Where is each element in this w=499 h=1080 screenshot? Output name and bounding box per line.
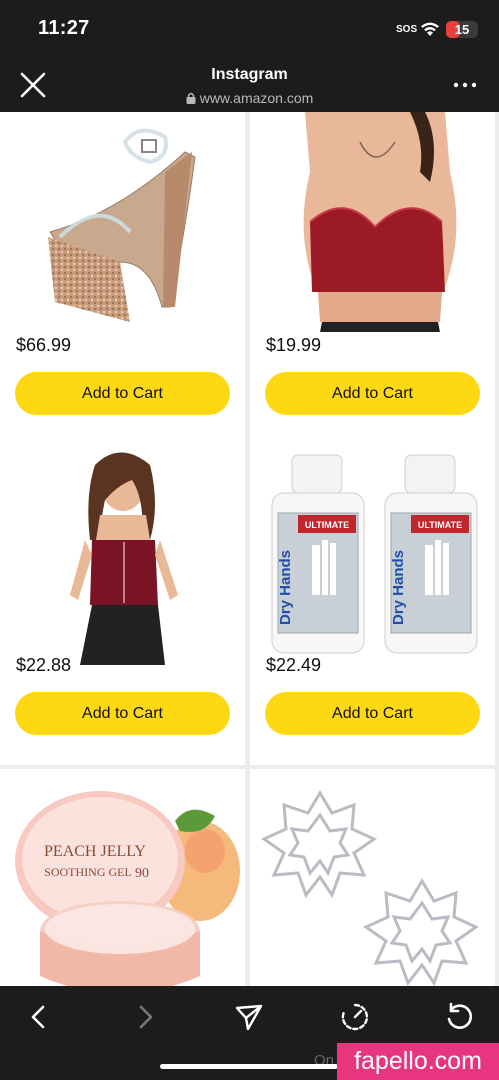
battery-icon: 15 xyxy=(446,21,478,38)
product-card[interactable]: PEACH JELLY SOOTHING GEL 90 xyxy=(0,769,245,986)
dry-hands-grip-bottles-image[interactable]: ULTIMATE Dry Hands ULTIMATE Dry Hands xyxy=(250,445,495,665)
forward-icon[interactable] xyxy=(130,1002,160,1032)
status-bar: 11:27 SOS 15 xyxy=(0,0,499,58)
product-card[interactable]: ULTIMATE Dry Hands ULTIMATE Dry Hands $2… xyxy=(250,432,495,765)
more-horizontal-icon[interactable] xyxy=(452,78,478,92)
url-text: www.amazon.com xyxy=(199,90,314,106)
browser-header: Instagram www.amazon.com xyxy=(0,58,499,112)
product-price: $66.99 xyxy=(16,335,72,355)
peach-jelly-subtitle: SOOTHING GEL xyxy=(44,865,132,879)
product-price: $22.88 xyxy=(16,655,72,675)
url-display[interactable]: www.amazon.com xyxy=(0,90,499,106)
dry-hands-brand-label: Dry Hands xyxy=(390,550,407,625)
product-card[interactable]: $19.99 Add to Cart xyxy=(250,112,495,445)
wifi-icon xyxy=(421,22,439,36)
add-to-cart-button[interactable]: Add to Cart xyxy=(15,372,230,415)
page-title: Instagram xyxy=(211,66,288,83)
status-time: 11:27 xyxy=(38,17,90,39)
peach-jelly-gel-image[interactable]: PEACH JELLY SOOTHING GEL 90 xyxy=(0,781,245,986)
back-icon[interactable] xyxy=(24,1002,54,1032)
velvet-corset-top-image[interactable] xyxy=(0,445,245,665)
share-icon[interactable] xyxy=(234,1002,264,1032)
dry-hands-brand-label: Dry Hands xyxy=(277,550,294,625)
dry-hands-sub-label: ULTIMATE xyxy=(305,520,349,530)
product-card[interactable]: $66.99 Add to Cart xyxy=(0,112,245,445)
reload-icon[interactable] xyxy=(444,1002,474,1032)
rhinestone-pasties-image[interactable] xyxy=(250,781,495,986)
battery-level: 15 xyxy=(454,22,470,37)
sos-indicator: SOS xyxy=(396,24,418,35)
lock-icon xyxy=(186,92,196,104)
timer-icon[interactable] xyxy=(340,1002,370,1032)
product-price: $22.49 xyxy=(266,655,322,675)
product-price: $19.99 xyxy=(266,335,322,355)
peach-jelly-title: PEACH JELLY xyxy=(44,843,146,860)
peach-jelly-number: 90 xyxy=(135,866,149,881)
product-grid: $66.99 Add to Cart $19.99 Add to Cart $2… xyxy=(0,112,499,986)
add-to-cart-button[interactable]: Add to Cart xyxy=(15,692,230,735)
add-to-cart-button[interactable]: Add to Cart xyxy=(265,372,480,415)
platform-heel-sandal-image[interactable] xyxy=(0,112,245,332)
product-card[interactable] xyxy=(250,769,495,986)
dry-hands-sub-label: ULTIMATE xyxy=(418,520,462,530)
product-card[interactable]: $22.88 Add to Cart xyxy=(0,432,245,765)
red-satin-bralette-image[interactable] xyxy=(250,112,495,332)
add-to-cart-button[interactable]: Add to Cart xyxy=(265,692,480,735)
home-indicator[interactable] xyxy=(160,1064,338,1069)
watermark: fapello.com xyxy=(337,1043,499,1080)
